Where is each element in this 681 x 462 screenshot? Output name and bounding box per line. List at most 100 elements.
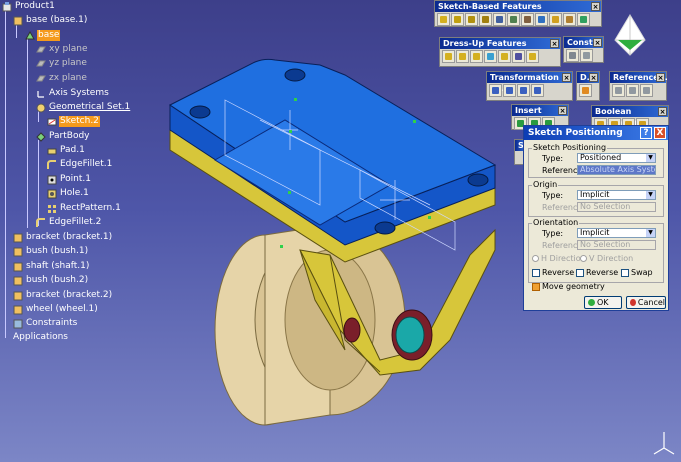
toolbar-transformation-features[interactable]: Transformation F...× [486,71,573,101]
close-icon[interactable]: × [593,38,602,47]
remove-loft-icon[interactable] [563,13,576,26]
tree-item-label: bracket (bracket.1) [26,232,113,242]
tree-item-edgefillet1[interactable]: EdgeFillet.1 [46,158,113,171]
close-button[interactable]: X [654,127,666,139]
draft-icon[interactable] [470,50,483,63]
translation-icon[interactable] [489,84,502,97]
pad-icon[interactable] [437,13,450,26]
tree-item-constraints[interactable]: Constraints [12,317,78,330]
close-icon[interactable]: × [658,107,667,116]
tree-item-geometrical-set[interactable]: Geometrical Set.1 [35,101,131,114]
plane-icon [35,44,46,55]
chevron-down-icon[interactable]: ▼ [646,191,655,199]
close-icon[interactable]: × [589,73,598,82]
tree-item-bracket1[interactable]: bracket (bracket.1) [12,231,113,244]
ok-button[interactable]: OK [584,296,622,309]
move-geometry-checkbox[interactable]: Move geometry [532,282,605,291]
multi-pad-icon[interactable] [577,13,590,26]
tree-item-shaft1[interactable]: shaft (shaft.1) [12,260,90,273]
pattern-icon[interactable] [517,84,530,97]
tree-item-applications[interactable]: Applications [12,331,69,344]
anchor-icon[interactable] [580,49,593,62]
plane-icon[interactable] [640,84,653,97]
tree-item-label: Geometrical Set.1 [49,102,131,112]
edge-fillet-icon [35,217,46,228]
mirror-icon[interactable] [503,84,516,97]
shell-icon[interactable] [484,50,497,63]
remove-face-icon[interactable] [526,50,539,63]
fillet-icon[interactable] [442,50,455,63]
scaling-icon[interactable] [531,84,544,97]
constraint-icon[interactable] [566,49,579,62]
close-icon[interactable]: × [562,73,571,82]
reference-field[interactable]: Absolute Axis System [577,165,656,175]
tree-item-wheel1[interactable]: wheel (wheel.1) [12,303,99,316]
tree-item-rectpattern1[interactable]: RectPattern.1 [46,202,122,215]
measure-icon[interactable] [579,84,592,97]
close-icon[interactable]: × [550,39,559,48]
tree-item-hole1[interactable]: Hole.1 [46,187,90,200]
cancel-button[interactable]: Cancel [626,296,666,309]
point-icon[interactable] [612,84,625,97]
close-icon[interactable]: × [558,106,567,115]
rib-icon[interactable] [507,13,520,26]
toolbar-d[interactable]: D... × [576,71,600,101]
tree-item-zx-plane[interactable]: zx plane [35,72,88,85]
orientation-reference-field[interactable]: No Selection [577,240,656,250]
sketch-positioning-dialog[interactable]: Sketch Positioning ? X Sketch Positionin… [523,125,669,311]
close-icon[interactable]: × [591,2,600,11]
part-instance-icon [12,261,23,272]
toolbar-sketch-based-features[interactable]: Sketch-Based Features × [434,0,602,27]
origin-type-select[interactable]: Implicit ▼ [577,190,656,200]
tree-item-bush1[interactable]: bush (bush.1) [12,245,89,258]
shaft-icon[interactable] [465,13,478,26]
3d-viewport[interactable] [150,55,530,435]
tree-item-product1[interactable]: Product1 [1,0,56,13]
origin-reference-field[interactable]: No Selection [577,202,656,212]
tree-item-label: base [37,30,61,41]
h-direction-radio[interactable]: H Direction [532,254,586,263]
tree-item-yz-plane[interactable]: yz plane [35,57,88,70]
tree-item-label: base (base.1) [26,15,88,25]
thickness-icon[interactable] [498,50,511,63]
toolbar-dress-up-features[interactable]: Dress-Up Features × [439,37,561,67]
type-select[interactable]: Positioned ▼ [577,153,656,163]
tree-item-axis-systems[interactable]: Axis Systems [35,87,110,100]
tree-item-label: bush (bush.2) [26,275,89,285]
tree-item-pad1[interactable]: Pad.1 [46,144,86,157]
hole-icon [46,188,57,199]
tree-item-xy-plane[interactable]: xy plane [35,43,88,56]
tree-item-label: EdgeFillet.2 [49,217,102,227]
toolbar-title: Dress-Up Features [443,39,527,48]
tree-item-point1[interactable]: Point.1 [46,173,92,186]
close-icon[interactable]: × [656,73,665,82]
groove-icon[interactable] [479,13,492,26]
swap-checkbox[interactable]: Swap [621,268,653,277]
reverse-v-checkbox[interactable]: Reverse V [576,268,626,277]
toolbar-constraints[interactable]: Const... × [563,36,604,63]
slot-icon[interactable] [521,13,534,26]
tree-item-label: bush (bush.1) [26,246,89,256]
tree-item-base-part[interactable]: base [24,29,61,42]
chamfer-icon[interactable] [456,50,469,63]
orientation-type-select[interactable]: Implicit ▼ [577,228,656,238]
line-icon[interactable] [626,84,639,97]
tree-item-base-instance[interactable]: base (base.1) [12,14,88,27]
hole-icon[interactable] [493,13,506,26]
chevron-down-icon[interactable]: ▼ [646,154,655,162]
tree-item-label: yz plane [49,58,87,68]
toolbar-reference-elements[interactable]: Reference... × [609,71,668,101]
v-direction-radio[interactable]: V Direction [580,254,633,263]
chevron-down-icon[interactable]: ▼ [646,229,655,237]
loft-icon[interactable] [549,13,562,26]
tree-item-bush2[interactable]: bush (bush.2) [12,274,89,287]
thread-icon[interactable] [512,50,525,63]
help-button[interactable]: ? [640,127,652,139]
stiffener-icon[interactable] [535,13,548,26]
pocket-icon[interactable] [451,13,464,26]
tree-item-edgefillet2[interactable]: EdgeFillet.2 [35,216,102,229]
tree-item-sketch2[interactable]: Sketch.2 [46,115,100,128]
tree-item-bracket2[interactable]: bracket (bracket.2) [12,289,113,302]
compass-widget[interactable] [610,10,650,60]
tree-item-partbody[interactable]: PartBody [35,130,91,143]
